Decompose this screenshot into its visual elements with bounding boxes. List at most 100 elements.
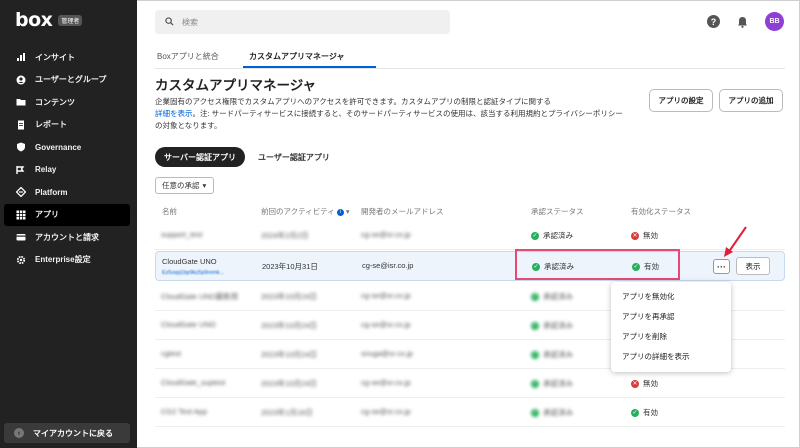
box-logo[interactable]: box xyxy=(15,11,53,30)
users-icon xyxy=(16,75,26,85)
enabled-status: ✕ 無効 xyxy=(631,378,658,389)
sidebar-item-users[interactable]: ユーザーとグループ xyxy=(4,69,130,92)
app-name: CloudGate UNO xyxy=(161,320,216,329)
menu-item-delete-app[interactable]: アプリを削除 xyxy=(611,326,731,346)
app-name: CloudGate UNO最新用 xyxy=(161,292,239,301)
check-circle-icon: ✓ xyxy=(531,350,539,359)
sidebar-item-relay[interactable]: Relay xyxy=(4,159,130,182)
chevron-down-icon: ▾ xyxy=(202,181,207,190)
info-icon[interactable]: i xyxy=(336,208,344,216)
last-activity: 2023年10月24日 xyxy=(261,321,317,330)
back-label: マイアカウントに戻る xyxy=(33,428,113,438)
last-activity: 2023年10月31日 xyxy=(262,262,318,271)
table-row[interactable]: support_test 2024年2月2日 cg-se@sr.co.jp ✓ 承… xyxy=(155,221,785,250)
sidebar-item-label: アカウントと請求 xyxy=(35,232,99,242)
filter-label: 任意の承認 xyxy=(162,181,200,190)
back-to-my-account-button[interactable]: ‹ マイアカウントに戻る xyxy=(4,423,130,443)
gear-icon xyxy=(16,255,26,265)
developer-email: cg-se@sr.co.jp xyxy=(361,378,411,387)
last-activity: 2023年1月16日 xyxy=(261,408,313,417)
menu-item-reauthorize-app[interactable]: アプリを再承認 xyxy=(611,306,731,326)
menu-item-view-details[interactable]: アプリの詳細を表示 xyxy=(611,346,731,366)
active-tab-indicator xyxy=(243,66,376,68)
sidebar-item-label: Governance xyxy=(35,142,82,152)
admin-badge: 管理者 xyxy=(58,15,83,26)
shield-icon xyxy=(16,142,26,152)
x-circle-icon: ✕ xyxy=(631,231,639,240)
col-header-last-activity[interactable]: 前回のアクティビティ i ▾ xyxy=(261,206,350,217)
tab-server-auth-apps[interactable]: サーバー認証アプリ xyxy=(155,147,245,167)
sidebar-item-label: ユーザーとグループ xyxy=(35,75,107,85)
search-icon xyxy=(165,16,174,28)
relay-icon xyxy=(16,165,26,175)
avatar[interactable]: BB xyxy=(765,12,784,31)
menu-item-disable-app[interactable]: アプリを無効化 xyxy=(611,286,731,306)
check-circle-icon: ✓ xyxy=(531,292,539,301)
approval-status: ✓ 承認済み xyxy=(531,407,573,418)
table-row[interactable]: CG2 Test App 2023年1月16日 cg-se@sr.co.jp ✓… xyxy=(155,398,785,427)
check-circle-icon: ✓ xyxy=(531,321,539,330)
check-circle-icon: ✓ xyxy=(531,231,539,240)
help-icon[interactable]: ? xyxy=(707,15,720,28)
description-text-1: 企業固有のアクセス権限でカスタムアプリへのアクセスを許可できます。カスタムアプリ… xyxy=(155,97,551,106)
developer-email: cg-se@sr.co.jp xyxy=(361,320,411,329)
sidebar-item-governance[interactable]: Governance xyxy=(4,136,130,159)
sidebar-item-content[interactable]: コンテンツ xyxy=(4,91,130,114)
sidebar-item-label: レポート xyxy=(35,120,67,130)
approval-label: 承認済み xyxy=(543,292,573,301)
sidebar-item-label: アプリ xyxy=(35,210,59,220)
sidebar-item-insights[interactable]: インサイト xyxy=(4,46,130,69)
approval-status: ✓ 承認済み xyxy=(531,291,573,302)
app-name: support_test xyxy=(161,230,203,239)
last-activity: 2023年10月24日 xyxy=(261,292,317,301)
folder-icon xyxy=(16,97,26,107)
developer-email: cg-se@sr.co.jp xyxy=(361,291,411,300)
description-text-2: 。注: サードパーティサービスに接続すると、そのサードパーティサービスの使用は、… xyxy=(155,109,623,130)
sidebar-item-reports[interactable]: レポート xyxy=(4,114,130,137)
developer-email: cg-se@sr.co.jp xyxy=(361,407,411,416)
last-activity: 2023年10月24日 xyxy=(261,379,317,388)
last-activity: 2024年2月2日 xyxy=(261,231,309,240)
col-header-enabled[interactable]: 有効化ステータス xyxy=(631,206,691,217)
approval-status: ✓ 承認済み xyxy=(531,378,573,389)
tab-user-auth-apps[interactable]: ユーザー認証アプリ xyxy=(258,152,330,163)
app-name: CloudGate_suptest xyxy=(161,378,226,387)
bar-chart-icon xyxy=(16,52,26,62)
enabled-label: 有効 xyxy=(643,408,658,417)
enabled-label: 無効 xyxy=(643,231,658,240)
table-row-selected[interactable]: CloudGate UNO Ez5oqq1bp9kz5p9rxmk... 202… xyxy=(155,251,785,281)
highlight-box xyxy=(515,249,680,280)
check-circle-icon: ✓ xyxy=(531,408,539,417)
apps-grid-icon xyxy=(16,210,26,220)
sidebar-item-billing[interactable]: アカウントと請求 xyxy=(4,226,130,249)
col-header-name[interactable]: 名前 xyxy=(162,206,177,217)
sidebar-item-label: コンテンツ xyxy=(35,97,75,107)
learn-more-link[interactable]: 詳細を表示 xyxy=(155,109,193,118)
show-button[interactable]: 表示 xyxy=(736,257,770,275)
report-icon xyxy=(16,120,26,130)
developer-email: cg-se@sr.co.jp xyxy=(361,230,411,239)
search-input[interactable]: 検索 xyxy=(155,10,450,34)
annotation-arrow-icon xyxy=(724,226,747,257)
approval-filter-dropdown[interactable]: 任意の承認 ▾ xyxy=(155,177,214,194)
tab-custom-app-manager[interactable]: カスタムアプリマネージャ xyxy=(249,51,344,62)
arrow-left-icon: ‹ xyxy=(14,428,24,438)
bell-icon[interactable] xyxy=(736,15,749,28)
sidebar-item-enterprise-settings[interactable]: Enterprise設定 xyxy=(4,249,130,272)
more-options-button[interactable]: ··· xyxy=(713,259,730,274)
search-placeholder: 検索 xyxy=(182,17,198,27)
sidebar-item-apps[interactable]: アプリ xyxy=(4,203,130,226)
tab-box-apps[interactable]: Boxアプリと統合 xyxy=(157,51,219,62)
app-name: cgtest xyxy=(161,349,182,358)
col-header-email[interactable]: 開発者のメールアドレス xyxy=(361,206,444,217)
sidebar-item-platform[interactable]: Platform xyxy=(4,181,130,204)
context-menu: アプリを無効化 アプリを再承認 アプリを削除 アプリの詳細を表示 xyxy=(611,282,731,372)
add-app-button[interactable]: アプリの追加 xyxy=(719,89,783,112)
sort-down-icon: ▾ xyxy=(345,207,350,216)
sidebar-nav: インサイト ユーザーとグループ コンテンツ レポート Governance Re… xyxy=(4,46,130,271)
developer-email: cg-se@isr.co.jp xyxy=(362,261,414,270)
app-settings-button[interactable]: アプリの設定 xyxy=(649,89,713,112)
sidebar: box 管理者 インサイト ユーザーとグループ コンテンツ レポート Gover… xyxy=(0,0,137,448)
table-row[interactable]: CloudGate_suptest 2023年10月24日 cg-se@sr.c… xyxy=(155,369,785,398)
col-header-approval[interactable]: 承認ステータス xyxy=(531,206,584,217)
